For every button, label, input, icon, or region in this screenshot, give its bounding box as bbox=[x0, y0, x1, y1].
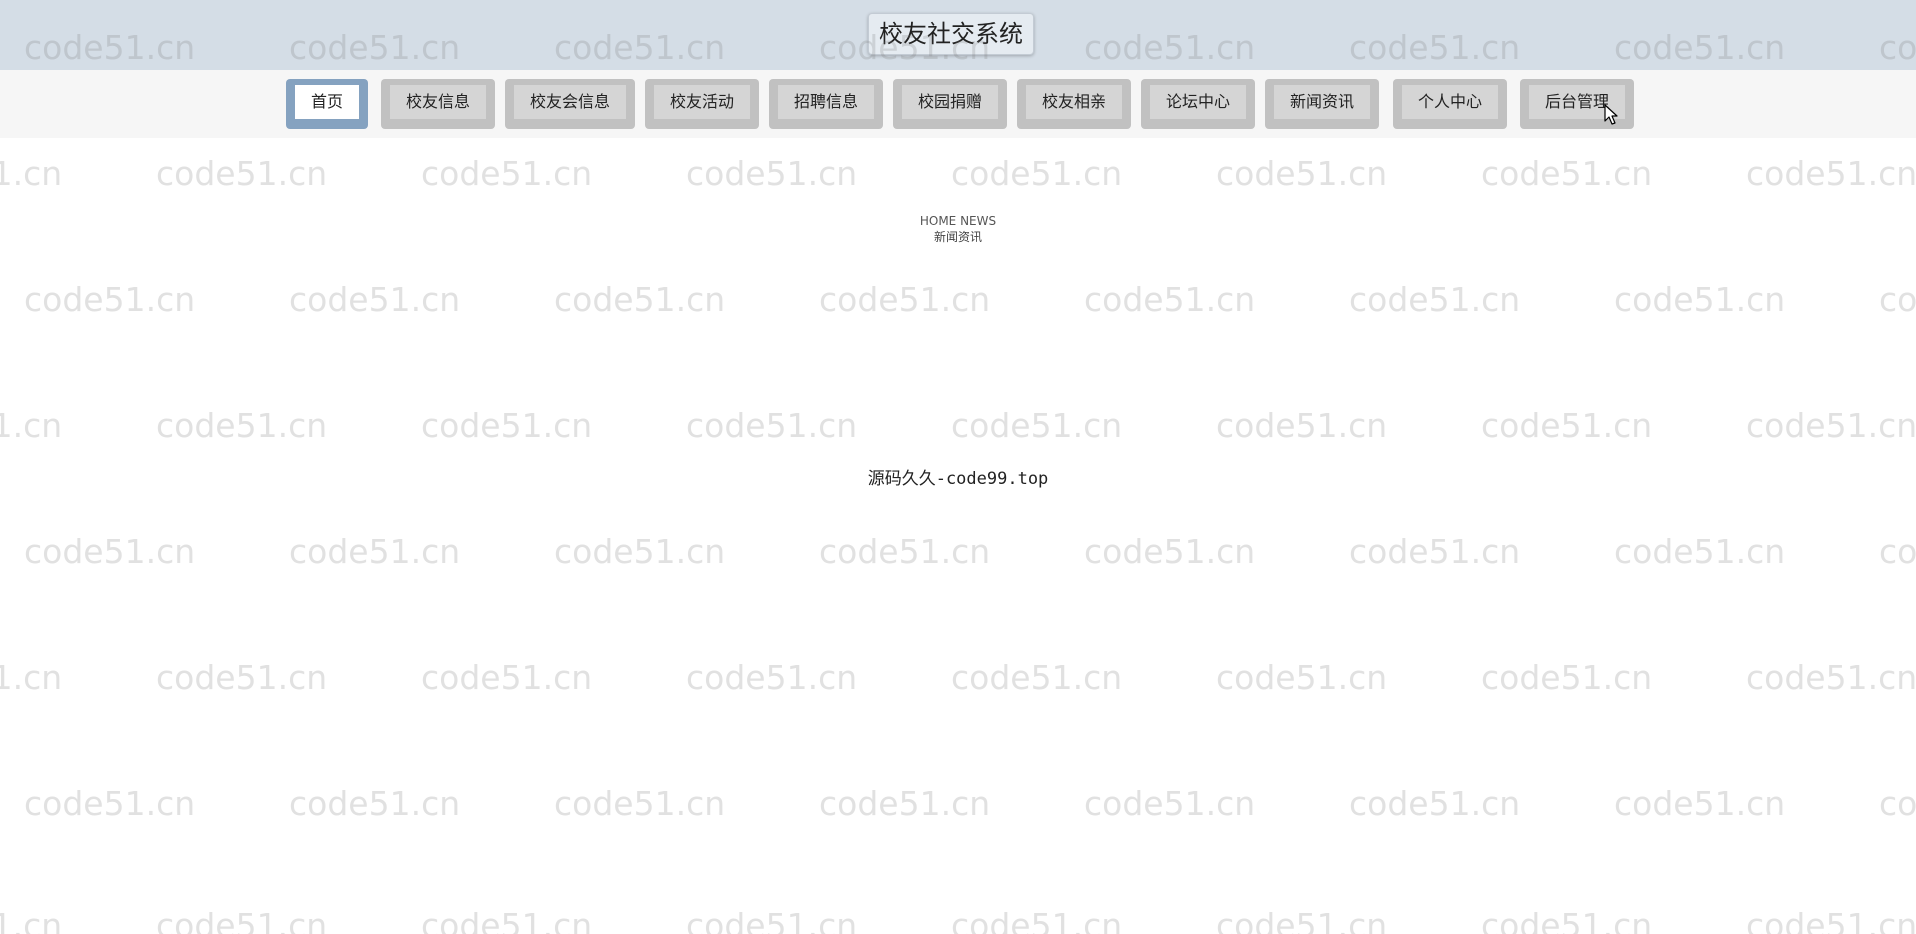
watermark-text: code51.cn bbox=[1216, 906, 1388, 934]
watermark-text: code51.cn bbox=[951, 658, 1123, 697]
watermark-text: code51.cn bbox=[156, 906, 328, 934]
section-heading-chinese: 新闻资讯 bbox=[933, 230, 982, 244]
watermark-text: code51.cn bbox=[24, 532, 196, 571]
watermark-text: code51.cn bbox=[1879, 532, 1916, 571]
watermark-text: code51.cn bbox=[819, 784, 991, 823]
watermark-text: code51.cn bbox=[686, 906, 858, 934]
section-heading-english: HOME NEWS bbox=[919, 214, 997, 228]
watermark-text: code51.cn bbox=[156, 154, 328, 193]
source-credit-text: 源码久久-code99.top bbox=[867, 469, 1049, 489]
watermark-text: code51.cn bbox=[289, 532, 461, 571]
nav-item-news[interactable]: 新闻资讯 bbox=[1265, 79, 1379, 129]
nav-item-personal-center[interactable]: 个人中心 bbox=[1393, 79, 1507, 129]
watermark-text: code51.cn bbox=[554, 280, 726, 319]
nav-item-campus-donation[interactable]: 校园捐赠 bbox=[893, 79, 1007, 129]
nav-item-forum-center[interactable]: 论坛中心 bbox=[1141, 79, 1255, 129]
watermark-text: code51.cn bbox=[1084, 784, 1256, 823]
main-nav: 首页 校友信息 校友会信息 校友活动 招聘信息 校园捐赠 校友相亲 论坛中心 新… bbox=[0, 70, 1916, 138]
watermark-text: code51.cn bbox=[951, 906, 1123, 934]
nav-item-alumni-dating[interactable]: 校友相亲 bbox=[1017, 79, 1131, 129]
nav-item-label: 论坛中心 bbox=[1150, 85, 1246, 119]
watermark-text: code51.cn bbox=[24, 280, 196, 319]
nav-item-label: 招聘信息 bbox=[778, 85, 874, 119]
watermark-text: code51.cn bbox=[0, 658, 63, 697]
watermark-text: code51.cn bbox=[1481, 154, 1653, 193]
watermark-text: code51.cn bbox=[1349, 784, 1521, 823]
watermark-text: code51.cn bbox=[1746, 658, 1916, 697]
watermark-text: code51.cn bbox=[289, 784, 461, 823]
watermark-text: code51.cn bbox=[1349, 532, 1521, 571]
watermark-text: code51.cn bbox=[819, 280, 991, 319]
watermark-text: code51.cn bbox=[1216, 658, 1388, 697]
watermark-text: code51.cn bbox=[554, 784, 726, 823]
mouse-pointer-icon bbox=[1604, 104, 1618, 125]
watermark-text: code51.cn bbox=[1216, 406, 1388, 445]
watermark-text: code51.cn bbox=[24, 784, 196, 823]
watermark-text: code51.cn bbox=[1481, 658, 1653, 697]
watermark-text: code51.cn bbox=[686, 406, 858, 445]
nav-item-home[interactable]: 首页 bbox=[286, 79, 368, 129]
watermark-text: code51.cn bbox=[1614, 784, 1786, 823]
nav-item-alumni-association[interactable]: 校友会信息 bbox=[505, 79, 635, 129]
watermark-text: code51.cn bbox=[1481, 906, 1653, 934]
section-heading: HOME NEWS 新闻资讯 bbox=[858, 213, 1058, 245]
watermark-text: code51.cn bbox=[1614, 280, 1786, 319]
watermark-text: code51.cn bbox=[0, 906, 63, 934]
watermark-text: code51.cn bbox=[156, 658, 328, 697]
nav-item-label: 校友会信息 bbox=[514, 85, 626, 119]
watermark-text: code51.cn bbox=[1746, 154, 1916, 193]
watermark-text: code51.cn bbox=[1349, 280, 1521, 319]
watermark-text: code51.cn bbox=[289, 280, 461, 319]
watermark-text: code51.cn bbox=[1216, 154, 1388, 193]
header-bar: 校友社交系统 bbox=[0, 0, 1916, 70]
watermark-text: code51.cn bbox=[951, 406, 1123, 445]
nav-item-label: 个人中心 bbox=[1402, 85, 1498, 119]
watermark-text: code51.cn bbox=[819, 532, 991, 571]
watermark-text: code51.cn bbox=[686, 154, 858, 193]
site-title: 校友社交系统 bbox=[868, 13, 1034, 55]
nav-item-label: 首页 bbox=[295, 85, 359, 119]
watermark-text: code51.cn bbox=[554, 532, 726, 571]
watermark-text: code51.cn bbox=[0, 406, 63, 445]
nav-item-alumni-info[interactable]: 校友信息 bbox=[381, 79, 495, 129]
watermark-text: code51.cn bbox=[421, 154, 593, 193]
watermark-text: code51.cn bbox=[421, 906, 593, 934]
watermark-text: code51.cn bbox=[1879, 280, 1916, 319]
watermark-text: code51.cn bbox=[1879, 784, 1916, 823]
watermark-text: code51.cn bbox=[421, 406, 593, 445]
nav-item-label: 新闻资讯 bbox=[1274, 85, 1370, 119]
watermark-text: code51.cn bbox=[686, 658, 858, 697]
watermark-text: code51.cn bbox=[1481, 406, 1653, 445]
nav-item-label: 校园捐赠 bbox=[902, 85, 998, 119]
page: 校友社交系统 首页 校友信息 校友会信息 校友活动 招聘信息 校园捐赠 校友相亲… bbox=[0, 0, 1916, 934]
nav-item-label: 校友相亲 bbox=[1026, 85, 1122, 119]
nav-item-recruitment[interactable]: 招聘信息 bbox=[769, 79, 883, 129]
nav-item-label: 校友信息 bbox=[390, 85, 486, 119]
watermark-text: code51.cn bbox=[1746, 406, 1916, 445]
watermark-text: code51.cn bbox=[951, 154, 1123, 193]
nav-item-label: 校友活动 bbox=[654, 85, 750, 119]
watermark-text: code51.cn bbox=[0, 154, 63, 193]
watermark-text: code51.cn bbox=[156, 406, 328, 445]
watermark-text: code51.cn bbox=[421, 658, 593, 697]
nav-item-alumni-activities[interactable]: 校友活动 bbox=[645, 79, 759, 129]
watermark-text: code51.cn bbox=[1084, 280, 1256, 319]
watermark-text: code51.cn bbox=[1084, 532, 1256, 571]
watermark-text: code51.cn bbox=[1614, 532, 1786, 571]
watermark-text: code51.cn bbox=[1746, 906, 1916, 934]
